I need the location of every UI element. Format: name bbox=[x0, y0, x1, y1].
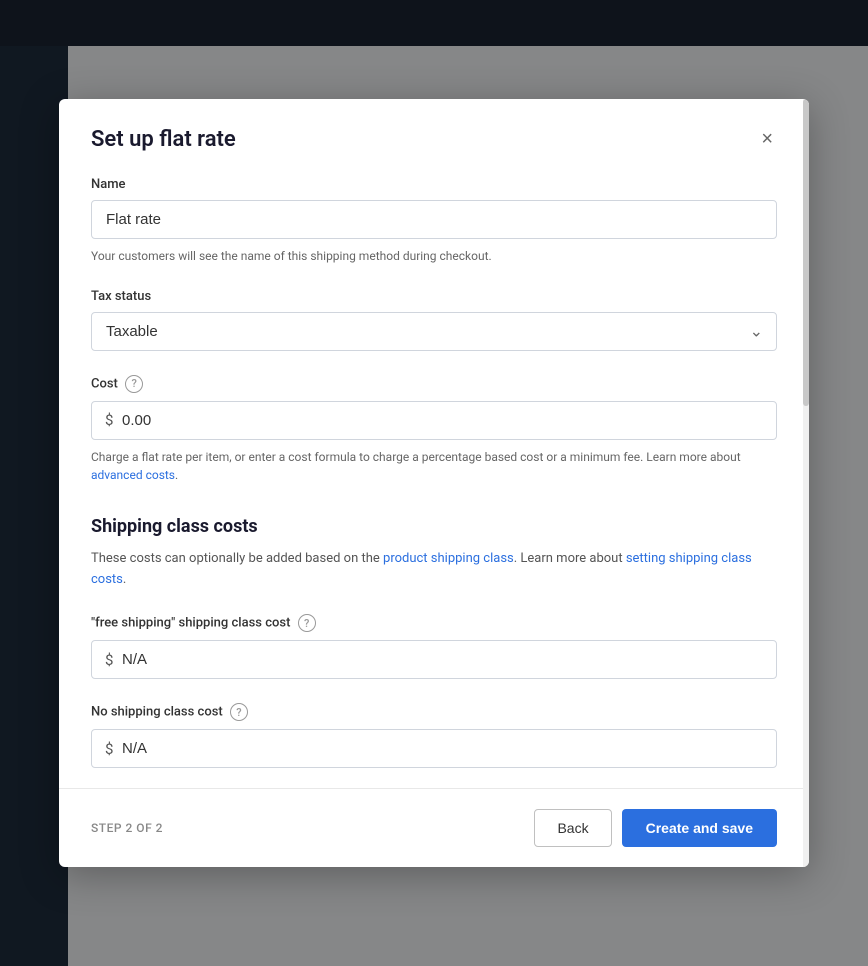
free-shipping-cost-input[interactable] bbox=[91, 640, 777, 679]
name-input[interactable] bbox=[91, 200, 777, 239]
tax-status-select-wrapper: Taxable None ⌄ bbox=[91, 312, 777, 351]
cost-hint: Charge a flat rate per item, or enter a … bbox=[91, 448, 777, 484]
free-shipping-help-icon[interactable]: ? bbox=[298, 614, 316, 632]
modal-header: Set up flat rate × bbox=[59, 99, 809, 153]
footer-buttons: Back Create and save bbox=[534, 809, 777, 847]
modal-title: Set up flat rate bbox=[91, 127, 236, 152]
name-section: Name Your customers will see the name of… bbox=[91, 177, 777, 265]
no-shipping-class-cost-input[interactable] bbox=[91, 729, 777, 768]
advanced-costs-link[interactable]: advanced costs bbox=[91, 468, 175, 482]
back-button[interactable]: Back bbox=[534, 809, 611, 847]
cost-label: Cost ? bbox=[91, 375, 777, 393]
tax-status-label: Tax status bbox=[91, 289, 777, 304]
cost-help-icon[interactable]: ? bbox=[125, 375, 143, 393]
no-shipping-class-prefix: $ bbox=[105, 740, 113, 758]
name-label: Name bbox=[91, 177, 777, 192]
shipping-class-description: These costs can optionally be added base… bbox=[91, 549, 777, 591]
cost-prefix: $ bbox=[105, 411, 113, 429]
product-shipping-class-link[interactable]: product shipping class bbox=[383, 551, 514, 566]
scrollbar[interactable] bbox=[803, 99, 809, 868]
scrollbar-thumb[interactable] bbox=[803, 99, 809, 406]
shipping-class-section: Shipping class costs These costs can opt… bbox=[91, 516, 777, 769]
free-shipping-cost-section: "free shipping" shipping class cost ? $ bbox=[91, 614, 777, 679]
no-shipping-class-label: No shipping class cost ? bbox=[91, 703, 777, 721]
free-shipping-prefix: $ bbox=[105, 651, 113, 669]
modal-body: Name Your customers will see the name of… bbox=[59, 153, 809, 769]
shipping-class-title: Shipping class costs bbox=[91, 516, 777, 537]
cost-section: Cost ? $ Charge a flat rate per item, or… bbox=[91, 375, 777, 484]
tax-status-select[interactable]: Taxable None bbox=[91, 312, 777, 351]
step-label: STEP 2 OF 2 bbox=[91, 821, 163, 835]
no-shipping-class-input-wrapper: $ bbox=[91, 729, 777, 768]
no-shipping-class-help-icon[interactable]: ? bbox=[230, 703, 248, 721]
no-shipping-class-section: No shipping class cost ? $ bbox=[91, 703, 777, 768]
create-and-save-button[interactable]: Create and save bbox=[622, 809, 777, 847]
free-shipping-label: "free shipping" shipping class cost ? bbox=[91, 614, 777, 632]
cost-input-wrapper: $ bbox=[91, 401, 777, 440]
free-shipping-input-wrapper: $ bbox=[91, 640, 777, 679]
name-hint: Your customers will see the name of this… bbox=[91, 247, 777, 265]
tax-status-section: Tax status Taxable None ⌄ bbox=[91, 289, 777, 351]
cost-input[interactable] bbox=[91, 401, 777, 440]
modal-dialog: Set up flat rate × Name Your customers w… bbox=[59, 99, 809, 868]
modal-footer: STEP 2 OF 2 Back Create and save bbox=[59, 788, 809, 867]
modal-overlay: Set up flat rate × Name Your customers w… bbox=[0, 0, 868, 966]
close-button[interactable]: × bbox=[757, 125, 777, 153]
